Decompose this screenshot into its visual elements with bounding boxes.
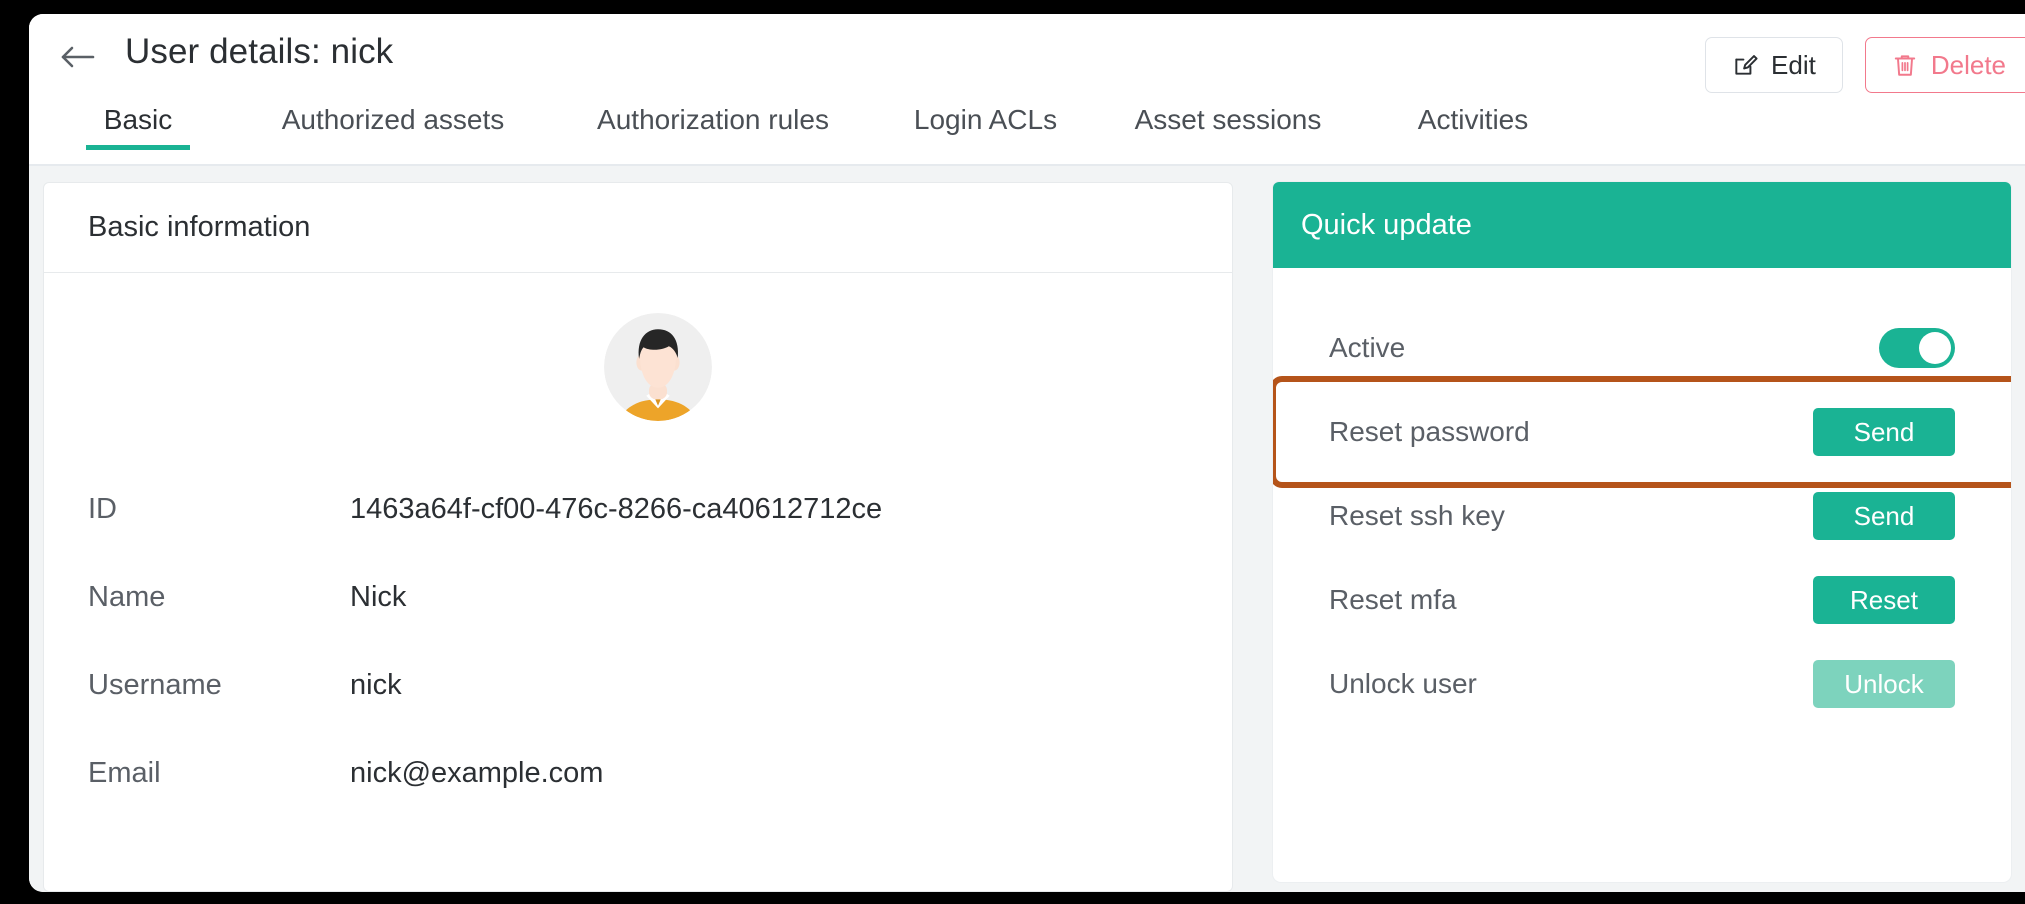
tab-label: Authorization rules bbox=[597, 104, 829, 135]
reset-mfa-button-label: Reset bbox=[1850, 584, 1918, 615]
toggle-knob bbox=[1919, 332, 1951, 364]
avatar bbox=[44, 313, 1232, 421]
delete-button-label: Delete bbox=[1930, 49, 2006, 80]
field-row: Email nick@example.com bbox=[44, 729, 1232, 817]
tab-authorized-assets[interactable]: Authorized assets bbox=[233, 100, 553, 136]
field-label-id: ID bbox=[88, 492, 117, 525]
basic-information-title: Basic information bbox=[44, 183, 1232, 273]
edit-button-label: Edit bbox=[1771, 49, 1816, 80]
quick-update-row-reset-password: Reset password Send bbox=[1273, 376, 2011, 488]
tab-activities[interactable]: Activities bbox=[1358, 100, 1588, 136]
field-label-username: Username bbox=[88, 668, 222, 701]
reset-ssh-key-button[interactable]: Send bbox=[1813, 492, 1955, 540]
trash-icon bbox=[1892, 52, 1918, 78]
basic-fields-list: ID 1463a64f-cf00-476c-8266-ca40612712ce Na… bbox=[44, 465, 1232, 817]
tab-basic[interactable]: Basic bbox=[43, 100, 233, 136]
tab-asset-sessions[interactable]: Asset sessions bbox=[1098, 100, 1358, 136]
page-container: User details: nick Edit Delete Basic Aut… bbox=[29, 14, 2025, 892]
page-header: User details: nick Edit Delete bbox=[29, 14, 2025, 100]
reset-mfa-label: Reset mfa bbox=[1329, 584, 1457, 615]
quick-update-row-reset-ssh-key: Reset ssh key Send bbox=[1273, 474, 2011, 558]
edit-pencil-icon bbox=[1732, 52, 1758, 78]
header-actions: Edit Delete bbox=[1705, 37, 2025, 93]
quick-update-card: Quick update Active Reset password Send Re… bbox=[1273, 182, 2011, 882]
tab-label: Asset sessions bbox=[1134, 104, 1322, 135]
field-label-name: Name bbox=[88, 580, 166, 613]
field-value-email: nick@example.com bbox=[350, 756, 604, 789]
quick-update-row-unlock-user: Unlock user Unlock bbox=[1273, 642, 2011, 726]
user-avatar-illustration bbox=[604, 313, 712, 421]
reset-mfa-button[interactable]: Reset bbox=[1813, 576, 1955, 624]
delete-button[interactable]: Delete bbox=[1864, 37, 2025, 93]
tab-label: Login ACLs bbox=[913, 104, 1058, 135]
tab-authorization-rules[interactable]: Authorization rules bbox=[553, 100, 873, 136]
arrow-left-icon bbox=[59, 43, 95, 71]
tab-label: Authorized assets bbox=[281, 104, 505, 135]
basic-information-body: ID 1463a64f-cf00-476c-8266-ca40612712ce Na… bbox=[44, 273, 1232, 817]
field-row: Name Nick bbox=[44, 553, 1232, 641]
page-title: User details: nick bbox=[125, 32, 394, 71]
tab-login-acls[interactable]: Login ACLs bbox=[873, 100, 1098, 136]
tab-list: Basic Authorized assets Authorization rule… bbox=[29, 100, 2025, 164]
cards-row: Basic information ID 1463a64f-cf00-476c-… bbox=[29, 182, 2025, 892]
tab-label: Basic bbox=[103, 104, 173, 135]
tab-bar: Basic Authorized assets Authorization rule… bbox=[29, 100, 2025, 166]
field-value-id: 1463a64f-cf00-476c-8266-ca40612712ce bbox=[350, 492, 883, 525]
basic-information-card: Basic information ID 1463a64f-cf00-476c-… bbox=[43, 182, 1233, 892]
field-row: ID 1463a64f-cf00-476c-8266-ca40612712ce bbox=[44, 465, 1232, 553]
reset-password-label: Reset password bbox=[1329, 416, 1530, 447]
reset-ssh-key-button-label: Send bbox=[1853, 500, 1915, 531]
field-label-email: Email bbox=[88, 756, 161, 789]
back-button[interactable] bbox=[55, 40, 99, 74]
quick-update-row-reset-mfa: Reset mfa Reset bbox=[1273, 558, 2011, 642]
reset-ssh-key-label: Reset ssh key bbox=[1329, 500, 1505, 531]
reset-password-button[interactable]: Send bbox=[1813, 408, 1955, 456]
content-area: Basic information ID 1463a64f-cf00-476c-… bbox=[29, 166, 2025, 892]
active-label: Active bbox=[1329, 332, 1406, 363]
field-row: Username nick bbox=[44, 641, 1232, 729]
quick-update-rows: Reset password Send Reset ssh key Send Reset… bbox=[1273, 376, 2011, 726]
reset-password-button-label: Send bbox=[1853, 416, 1915, 447]
unlock-user-label: Unlock user bbox=[1329, 668, 1477, 699]
field-value-username: nick bbox=[350, 668, 402, 701]
field-value-name: Nick bbox=[350, 580, 407, 613]
unlock-user-button: Unlock bbox=[1813, 660, 1955, 708]
quick-update-body: Active Reset password Send Reset ssh key Se… bbox=[1273, 268, 2011, 726]
edit-button[interactable]: Edit bbox=[1705, 37, 1843, 93]
active-toggle[interactable] bbox=[1879, 328, 1955, 368]
tab-label: Activities bbox=[1417, 104, 1529, 135]
quick-update-row-active: Active bbox=[1273, 306, 2011, 390]
unlock-user-button-label: Unlock bbox=[1844, 668, 1924, 699]
quick-update-title: Quick update bbox=[1273, 182, 2011, 268]
